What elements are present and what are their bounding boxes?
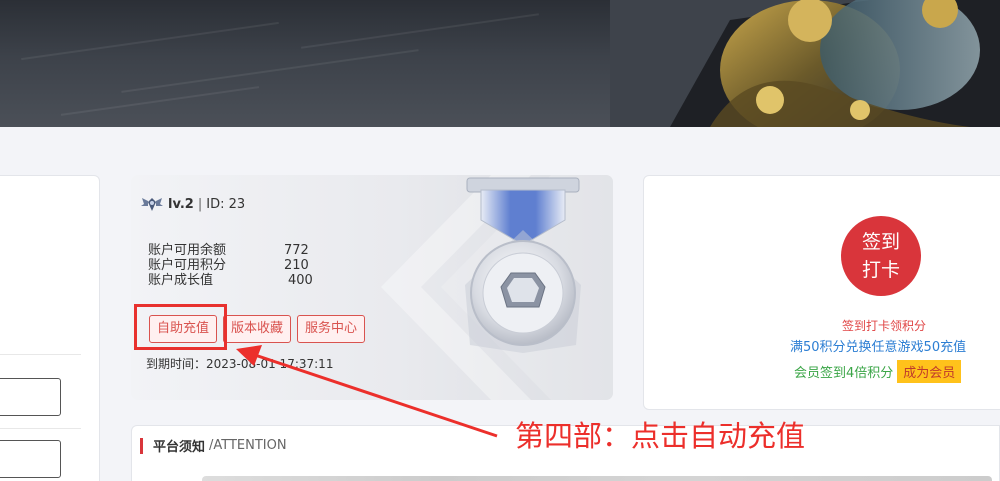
banner-decoration [301,13,539,49]
service-center-button[interactable]: 服务中心 [297,315,366,343]
banner-decoration [21,21,279,61]
notice-title: 平台须知 [153,440,206,455]
stat-label: 账户成长值 [148,273,214,288]
winged-badge-icon [141,198,163,211]
annotation-text: 第四部：点击自动充值 [515,419,806,453]
user-level-row: lv.2 | ID: 23 [141,195,245,213]
heading-accent-bar [140,437,143,454]
stat-value: 210 [284,258,309,273]
member-row: 会员签到4倍积分 成为会员 [794,360,962,383]
favorite-versions-button[interactable]: 版本收藏 [223,315,292,343]
banner-decoration [121,49,419,93]
signin-button-line1: 签到 [861,231,900,253]
stat-label: 账户可用积分 [148,258,227,273]
header-banner [0,0,1000,127]
signin-panel: 签到 打卡 签到打卡领积分 满50积分兑换任意游戏50充值 会员签到4倍积分 成… [643,175,1000,410]
account-stats: 账户可用余额 772 账户可用积分 210 账户成长值 400 [148,243,313,288]
recharge-highlight-box [134,304,227,350]
stat-row: 账户可用积分 210 [148,258,313,273]
medal-icon [465,177,581,353]
left-sidebar-panel [0,175,100,481]
notice-heading: 平台须知 /ATTENTION [140,436,287,455]
points-exchange-tip: 满50积分兑换任意游戏50充值 [790,340,967,355]
user-level: lv.2 [168,196,194,212]
input-field[interactable] [0,440,61,478]
stat-label: 账户可用余额 [148,243,227,258]
divider [0,428,81,429]
expiry-time: 到期时间：2023-08-01 17:37:11 [146,357,334,371]
banner-decoration [60,86,260,116]
user-id: ID: 23 [206,196,246,212]
become-member-button[interactable]: 成为会员 [897,360,962,383]
separator: | [197,196,203,212]
signin-button-line2: 打卡 [861,259,900,281]
stat-row: 账户成长值 400 [148,273,313,288]
stat-value: 400 [288,273,313,288]
stat-row: 账户可用余额 772 [148,243,313,258]
stat-value: 772 [284,243,309,258]
member-points-tip: 会员签到4倍积分 [794,366,894,381]
signin-button[interactable]: 签到 打卡 [841,216,921,296]
notice-subtitle: /ATTENTION [209,438,287,453]
divider [0,354,81,355]
input-field[interactable] [0,378,61,416]
notice-content-blurred [202,476,992,481]
signin-points-tip: 签到打卡领积分 [841,319,926,333]
warrior-artwork [610,0,1000,127]
